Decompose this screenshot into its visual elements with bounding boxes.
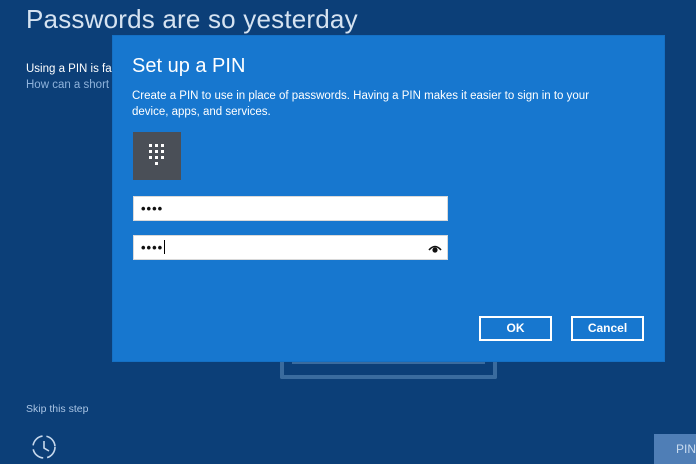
background-link[interactable]: How can a short	[26, 79, 109, 91]
ease-of-access-icon	[32, 435, 56, 459]
eye-icon	[428, 245, 442, 253]
dialog-title: Set up a PIN	[132, 55, 246, 77]
confirm-pin-field[interactable]: ••••	[133, 235, 448, 260]
new-pin-field[interactable]: ••••	[133, 196, 448, 221]
new-pin-value: ••••	[141, 201, 164, 216]
keypad-icon	[149, 144, 164, 165]
background-description: Using a PIN is fa	[26, 63, 112, 75]
dialog-description: Create a PIN to use in place of password…	[132, 90, 590, 118]
background-title: Passwords are so yesterday	[26, 4, 358, 34]
confirm-pin-value: ••••	[141, 240, 164, 255]
pin-setup-dialog: Set up a PIN Create a PIN to use in plac…	[113, 36, 664, 361]
pin-tile	[133, 132, 181, 180]
skip-step-link[interactable]: Skip this step	[26, 403, 88, 415]
cancel-button[interactable]: Cancel	[571, 316, 644, 341]
next-button[interactable]: PIN	[654, 434, 696, 464]
ok-button[interactable]: OK	[479, 316, 552, 341]
ease-of-access-button[interactable]	[30, 433, 60, 461]
reveal-pin-button[interactable]	[428, 241, 442, 255]
text-caret	[164, 240, 166, 254]
